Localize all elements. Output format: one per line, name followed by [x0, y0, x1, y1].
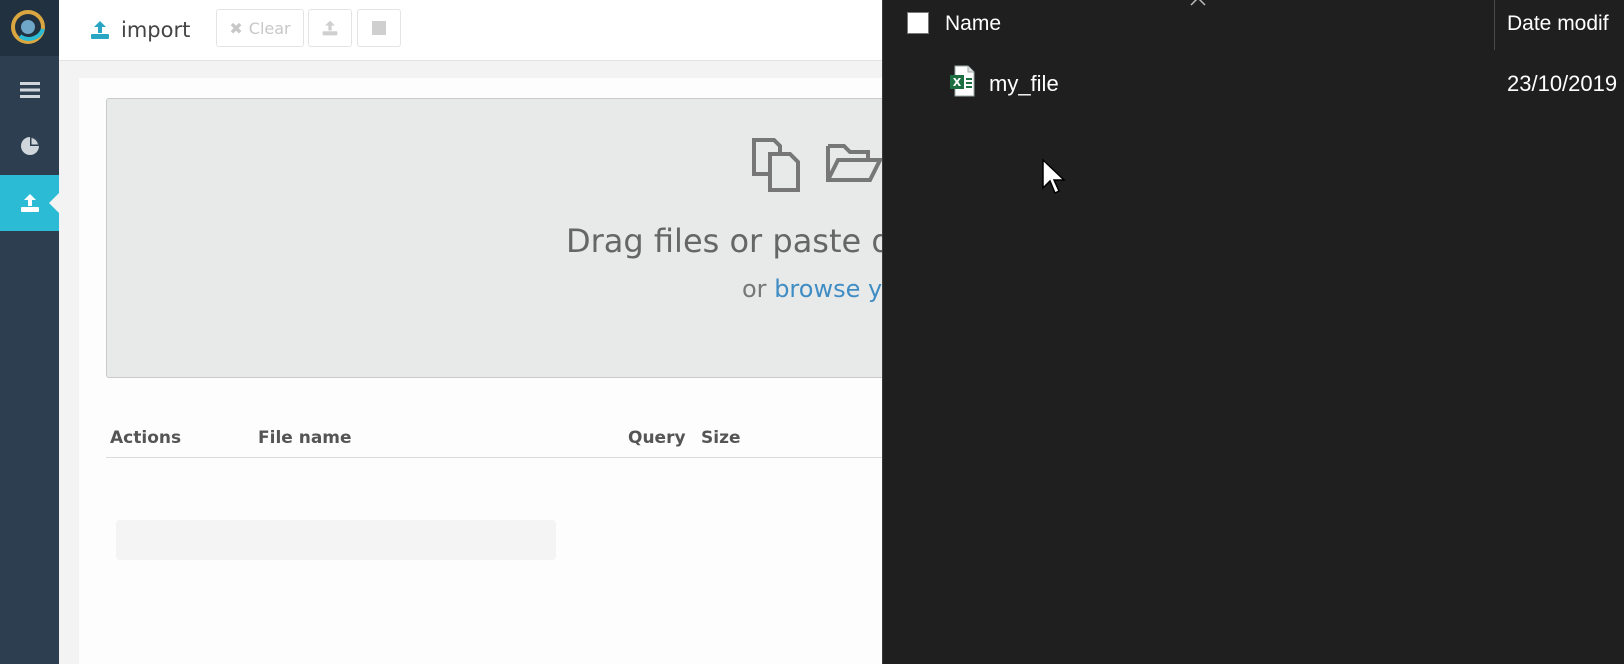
column-header-size[interactable]: Size — [701, 428, 741, 448]
stop-icon — [372, 21, 386, 35]
svg-text:X: X — [953, 76, 962, 89]
folder-open-icon — [826, 144, 882, 182]
column-header-name[interactable]: Name — [945, 12, 1001, 36]
browse-link[interactable]: browse yo — [774, 275, 897, 303]
drop-zone-subtitle: or browse yo — [742, 275, 897, 303]
hamburger-icon — [19, 82, 40, 98]
nav-item-dashboard[interactable] — [0, 118, 59, 174]
close-icon: ✖ — [229, 18, 243, 38]
file-date-modified: 23/10/2019 — [1507, 71, 1618, 96]
upload-button[interactable] — [308, 9, 352, 47]
app-logo[interactable] — [0, 0, 59, 56]
drop-zone-title: Drag files or paste da — [566, 222, 912, 260]
upload-icon — [91, 21, 109, 39]
menu-toggle[interactable] — [0, 62, 59, 118]
pie-chart-icon — [20, 137, 39, 155]
left-nav — [0, 0, 59, 664]
drop-zone-prefix: or — [742, 275, 775, 303]
excel-file-icon: X — [950, 65, 975, 97]
select-all-checkbox[interactable] — [907, 12, 929, 34]
empty-row-placeholder — [116, 520, 556, 560]
upload-icon — [20, 194, 39, 212]
clear-button-label: Clear — [248, 18, 291, 38]
upload-icon — [322, 20, 338, 36]
column-header-date-modified[interactable]: Date modif — [1507, 12, 1609, 36]
file-name: my_file — [989, 71, 1059, 96]
clear-button[interactable]: ✖ Clear — [216, 9, 304, 47]
nav-item-import[interactable] — [0, 175, 59, 231]
column-separator[interactable] — [1494, 0, 1495, 50]
column-header-actions[interactable]: Actions — [110, 428, 181, 448]
mouse-cursor-icon — [1042, 158, 1066, 195]
copy-files-icon — [752, 138, 800, 192]
page-title: import — [89, 14, 190, 46]
logo-icon — [11, 10, 45, 44]
page-title-label: import — [121, 18, 191, 42]
file-row[interactable]: X my_file 23/10/2019 — [883, 62, 1624, 106]
sort-ascending-icon — [1190, 0, 1206, 6]
file-dialog: Name Date modif X my_file 23/10/2019 — [882, 0, 1624, 664]
column-header-file-name[interactable]: File name — [258, 428, 352, 448]
column-header-query[interactable]: Query — [628, 428, 686, 448]
stop-button[interactable] — [357, 9, 401, 47]
